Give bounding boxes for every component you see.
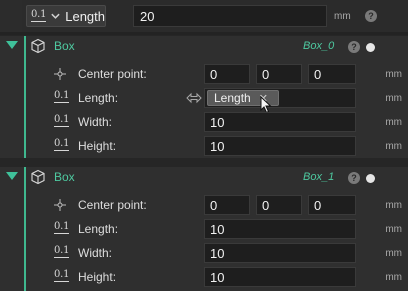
help-icon[interactable]: ?	[348, 41, 360, 53]
token-label: Length	[214, 91, 251, 105]
center-x-input[interactable]: 0	[204, 195, 250, 215]
width-input[interactable]: 10	[204, 112, 356, 132]
unit-label: mm	[385, 272, 402, 283]
parameter-value-input[interactable]: 20	[133, 5, 327, 27]
box-icon	[31, 38, 45, 54]
center-y-input[interactable]: 0	[256, 64, 302, 84]
height-input[interactable]: 10	[204, 136, 356, 156]
row-label: Center point:	[78, 67, 147, 81]
help-icon[interactable]: ?	[365, 10, 377, 22]
box-icon	[31, 169, 45, 185]
row-label: Length:	[78, 91, 119, 105]
unit-label: mm	[385, 248, 402, 259]
row-gutter	[0, 0, 22, 32]
row-label: Height:	[78, 139, 117, 153]
link-arrow-icon	[186, 92, 202, 104]
center-x-input[interactable]: 0	[204, 64, 250, 84]
divider	[0, 32, 408, 35]
row-label: Width:	[78, 115, 113, 129]
box-panel-0: Box Box_0 ? Center point: 0 0 0 mm 0.1 L…	[0, 36, 408, 158]
center-point-row: Center point: 0 0 0 mm	[26, 62, 406, 86]
collapse-icon[interactable]	[6, 172, 18, 180]
chevron-down-icon	[51, 13, 60, 19]
length-input[interactable]: 10	[204, 219, 356, 239]
row-label: Width:	[78, 246, 113, 260]
panel-header[interactable]: Box Box_1 ?	[0, 167, 408, 189]
center-z-input[interactable]: 0	[308, 64, 356, 84]
unit-label: mm	[385, 117, 402, 128]
parameter-type-dropdown[interactable]: 0.1 Length	[26, 5, 106, 27]
length-input[interactable]: Length ✕	[204, 88, 356, 108]
number-param-icon: 0.1	[54, 221, 70, 234]
crosshair-icon	[54, 199, 66, 211]
number-param-icon: 0.1	[54, 269, 70, 282]
row-label: Height:	[78, 270, 117, 284]
parameter-name: Length	[65, 8, 105, 24]
row-label: Center point:	[78, 198, 147, 212]
parameter-row: 0.1 Length 20 mm ?	[0, 0, 408, 32]
box-panel-1: Box Box_1 ? Center point: 0 0 0 mm 0.1 L…	[0, 167, 408, 291]
unit-label: mm	[334, 11, 351, 22]
center-point-row: Center point: 0 0 0 mm	[26, 193, 406, 217]
number-param-icon: 0.1	[54, 114, 70, 127]
width-input[interactable]: 10	[204, 243, 356, 263]
unit-label: mm	[385, 69, 402, 80]
number-param-icon: 0.1	[54, 90, 70, 103]
number-param-icon: 0.1	[31, 9, 47, 22]
center-y-input[interactable]: 0	[256, 195, 302, 215]
panel-id[interactable]: Box_1	[303, 171, 334, 183]
help-icon[interactable]: ?	[348, 172, 360, 184]
crosshair-icon	[54, 68, 66, 80]
panel-title: Box	[54, 170, 75, 184]
height-row: 0.1 Height: 10 mm	[26, 265, 406, 289]
properties-panel: 0.1 Length 20 mm ? Box Box_0 ? Center po…	[0, 0, 408, 291]
unit-label: mm	[385, 141, 402, 152]
number-param-icon: 0.1	[54, 245, 70, 258]
row-label: Length:	[78, 222, 119, 236]
unit-label: mm	[385, 93, 402, 104]
number-param-icon: 0.1	[54, 138, 70, 151]
width-row: 0.1 Width: 10 mm	[26, 110, 406, 134]
center-z-input[interactable]: 0	[308, 195, 356, 215]
width-row: 0.1 Width: 10 mm	[26, 241, 406, 265]
unit-label: mm	[385, 224, 402, 235]
panel-title: Box	[54, 39, 75, 53]
height-input[interactable]: 10	[204, 267, 356, 287]
length-row: 0.1 Length: Length ✕ mm	[26, 86, 406, 114]
panel-header[interactable]: Box Box_0 ?	[0, 36, 408, 58]
visibility-dot-icon[interactable]	[366, 174, 375, 183]
collapse-icon[interactable]	[6, 41, 18, 49]
panel-id[interactable]: Box_0	[303, 40, 334, 52]
visibility-dot-icon[interactable]	[366, 43, 375, 52]
divider	[0, 160, 408, 166]
height-row: 0.1 Height: 10 mm	[26, 134, 406, 158]
length-row: 0.1 Length: 10 mm	[26, 217, 406, 241]
unit-label: mm	[385, 200, 402, 211]
